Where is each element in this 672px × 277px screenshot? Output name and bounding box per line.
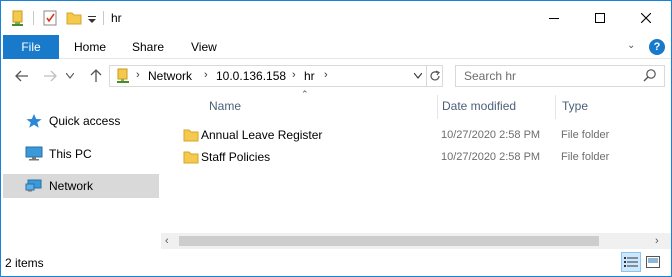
folder-icon (183, 128, 199, 145)
network-icon (25, 178, 43, 197)
file-type: File folder (561, 151, 610, 163)
maximize-icon (595, 13, 605, 23)
breadcrumb-separator[interactable]: › (204, 69, 208, 81)
address-history-dropdown[interactable] (410, 66, 426, 86)
sidebar-item-this-pc[interactable]: This PC (3, 142, 159, 166)
details-view-icon (624, 257, 638, 267)
toolbar-separator (33, 11, 34, 25)
status-bar: 2 items (1, 250, 671, 276)
file-explorer-window: hr File Home Share View ⌄ ? › Network › … (0, 0, 672, 277)
sidebar-item-quick-access[interactable]: Quick access (3, 109, 159, 133)
refresh-button[interactable] (426, 66, 442, 86)
checkmark-icon[interactable] (41, 9, 59, 27)
star-icon (25, 113, 43, 132)
tab-home[interactable]: Home (74, 40, 106, 54)
sidebar-item-network[interactable]: Network (3, 174, 159, 198)
scrollbar-thumb[interactable] (179, 236, 599, 246)
tab-share[interactable]: Share (132, 40, 164, 54)
navigation-pane: Quick access This PC Network (1, 93, 161, 249)
up-button[interactable] (87, 67, 105, 85)
tab-view[interactable]: View (191, 40, 217, 54)
file-row[interactable]: Staff Policies 10/27/2020 2:58 PM File f… (177, 146, 657, 168)
forward-button[interactable] (41, 67, 59, 85)
window-title: hr (111, 11, 122, 25)
ribbon-tabs: File Home Share View ⌄ ? (1, 35, 671, 59)
chevron-down-icon (414, 73, 422, 79)
breadcrumb-network[interactable]: Network (148, 69, 192, 83)
minimize-icon (549, 18, 559, 19)
column-divider[interactable] (437, 95, 438, 119)
close-icon (641, 13, 651, 23)
refresh-icon (429, 70, 440, 81)
recent-locations-button[interactable] (65, 67, 75, 85)
breadcrumb-hr[interactable]: hr (304, 69, 315, 83)
file-date-modified: 10/27/2020 2:58 PM (441, 151, 541, 163)
large-icons-view-button[interactable] (643, 252, 663, 272)
file-list: ⌃ Name Date modified Type Annual Leave R… (161, 89, 671, 249)
file-name: Annual Leave Register (201, 128, 323, 142)
chevron-down-icon (66, 73, 74, 79)
help-icon[interactable]: ? (649, 39, 665, 55)
network-folder-icon (116, 68, 130, 87)
up-arrow-icon (90, 69, 102, 82)
file-name: Staff Policies (201, 150, 271, 164)
navigation-bar: › Network › 10.0.136.158 › hr › Search h… (1, 59, 671, 93)
back-arrow-icon (15, 70, 28, 82)
address-bar[interactable]: › Network › 10.0.136.158 › hr › (109, 65, 443, 87)
back-button[interactable] (13, 67, 31, 85)
maximize-button[interactable] (577, 1, 623, 35)
close-button[interactable] (623, 1, 669, 35)
column-header-type[interactable]: Type (562, 99, 588, 113)
horizontal-scrollbar[interactable]: ‹ › (161, 233, 671, 249)
properties-icon[interactable] (9, 9, 27, 27)
file-row[interactable]: Annual Leave Register 10/27/2020 2:58 PM… (177, 124, 657, 146)
breadcrumb-separator[interactable]: › (136, 69, 140, 81)
sidebar-item-label: This PC (49, 147, 92, 161)
scroll-left-icon[interactable]: ‹ (165, 235, 169, 247)
column-header-date-modified[interactable]: Date modified (442, 99, 516, 113)
file-date-modified: 10/27/2020 2:58 PM (441, 129, 541, 141)
file-type: File folder (561, 129, 610, 141)
new-folder-icon[interactable] (65, 9, 83, 27)
breadcrumb-separator[interactable]: › (292, 69, 296, 81)
tab-file[interactable]: File (3, 35, 59, 59)
item-count: 2 items (5, 256, 44, 270)
search-box[interactable]: Search hr (455, 65, 665, 87)
monitor-icon (25, 146, 43, 165)
breadcrumb-separator[interactable]: › (324, 69, 328, 81)
scroll-right-icon[interactable]: › (655, 235, 659, 247)
column-divider[interactable] (555, 95, 556, 119)
sidebar-item-label: Quick access (49, 114, 121, 128)
forward-arrow-icon (44, 70, 57, 82)
sort-ascending-icon: ⌃ (301, 89, 309, 99)
title-separator (103, 11, 104, 25)
sidebar-item-label: Network (49, 179, 94, 193)
search-icon[interactable] (643, 68, 657, 85)
minimize-button[interactable] (531, 1, 577, 35)
title-bar: hr (1, 1, 671, 35)
details-view-button[interactable] (621, 252, 641, 272)
search-placeholder: Search hr (464, 69, 517, 83)
folder-icon (183, 150, 199, 167)
customize-dropdown-icon[interactable] (87, 9, 97, 27)
column-header-name[interactable]: Name (209, 99, 241, 113)
large-icons-view-icon (646, 256, 660, 268)
breadcrumb-host[interactable]: 10.0.136.158 (216, 69, 286, 83)
expand-ribbon-icon[interactable]: ⌄ (627, 40, 635, 51)
